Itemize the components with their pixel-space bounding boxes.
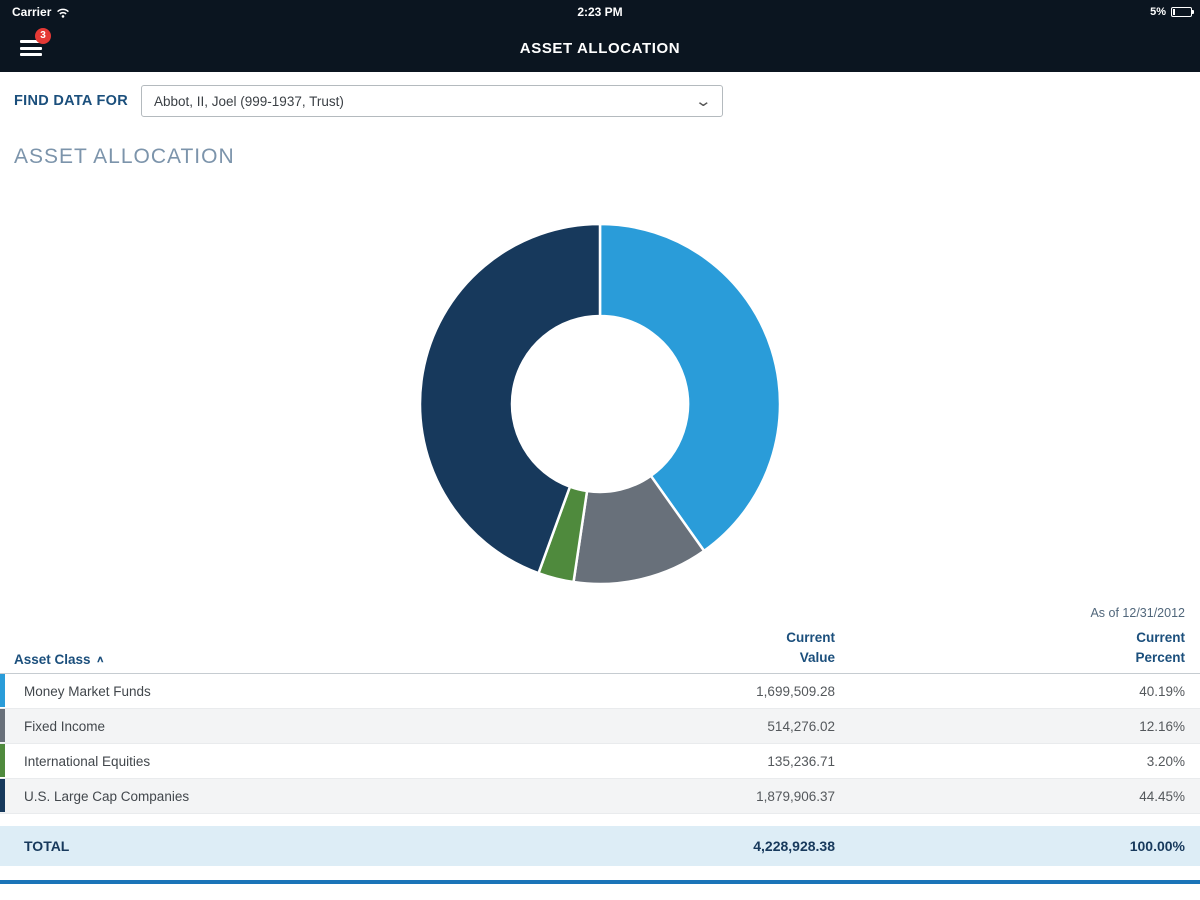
find-data-label: FIND DATA FOR (14, 93, 128, 109)
table-row[interactable]: U.S. Large Cap Companies 1,879,906.37 44… (0, 779, 1200, 814)
status-bar: Carrier 2:23 PM 5% (0, 0, 1200, 24)
table-row[interactable]: Fixed Income 514,276.02 12.16% (0, 709, 1200, 744)
sort-ascending-icon: ∧ (96, 654, 105, 665)
account-select-value: Abbot, II, Joel (999-1937, Trust) (154, 94, 344, 109)
page-title: ASSET ALLOCATION (0, 40, 1200, 57)
current-value-cell: 1,879,906.37 (490, 789, 835, 804)
find-data-row: FIND DATA FOR Abbot, II, Joel (999-1937,… (0, 72, 1200, 125)
top-dark-area: Carrier 2:23 PM 5% 3 ASSET ALLOCATION (0, 0, 1200, 72)
row-color-chip (0, 674, 5, 707)
table-header-row: Asset Class ∧ Current Value Current Perc… (0, 628, 1200, 674)
asset-class-cell: International Equities (0, 754, 490, 769)
section-title: ASSET ALLOCATION (14, 145, 1200, 169)
asset-class-cell: Money Market Funds (0, 684, 490, 699)
battery-icon (1171, 7, 1192, 17)
nav-bar: 3 ASSET ALLOCATION (0, 24, 1200, 72)
footer-divider (0, 880, 1200, 884)
total-label: TOTAL (0, 838, 490, 854)
table-row[interactable]: International Equities 135,236.71 3.20% (0, 744, 1200, 779)
column-header-current-value[interactable]: Current Value (490, 628, 835, 667)
asset-class-cell: Fixed Income (0, 719, 490, 734)
column-header-asset-class[interactable]: Asset Class ∧ (0, 652, 490, 667)
current-percent-cell: 44.45% (835, 789, 1200, 804)
current-value-cell: 514,276.02 (490, 719, 835, 734)
row-color-chip (0, 709, 5, 742)
current-value-cell: 1,699,509.28 (490, 684, 835, 699)
asset-class-cell: U.S. Large Cap Companies (0, 789, 490, 804)
as-of-date: As of 12/31/2012 (0, 606, 1200, 620)
current-percent-cell: 12.16% (835, 719, 1200, 734)
notification-badge: 3 (35, 28, 51, 44)
total-percent: 100.00% (835, 838, 1200, 854)
account-select[interactable]: Abbot, II, Joel (999-1937, Trust) ⌄ (141, 85, 723, 117)
clock-time: 2:23 PM (0, 5, 1200, 19)
row-color-chip (0, 779, 5, 812)
menu-button[interactable]: 3 (20, 37, 42, 60)
column-header-current-percent[interactable]: Current Percent (835, 628, 1200, 667)
row-color-chip (0, 744, 5, 777)
current-percent-cell: 3.20% (835, 754, 1200, 769)
asset-allocation-donut-chart (415, 219, 785, 594)
total-value: 4,228,928.38 (490, 838, 835, 854)
current-percent-cell: 40.19% (835, 684, 1200, 699)
donut-chart-svg (415, 219, 785, 589)
table-row[interactable]: Money Market Funds 1,699,509.28 40.19% (0, 674, 1200, 709)
total-row: TOTAL 4,228,928.38 100.00% (0, 826, 1200, 866)
chevron-down-icon: ⌄ (695, 94, 713, 109)
current-value-cell: 135,236.71 (490, 754, 835, 769)
